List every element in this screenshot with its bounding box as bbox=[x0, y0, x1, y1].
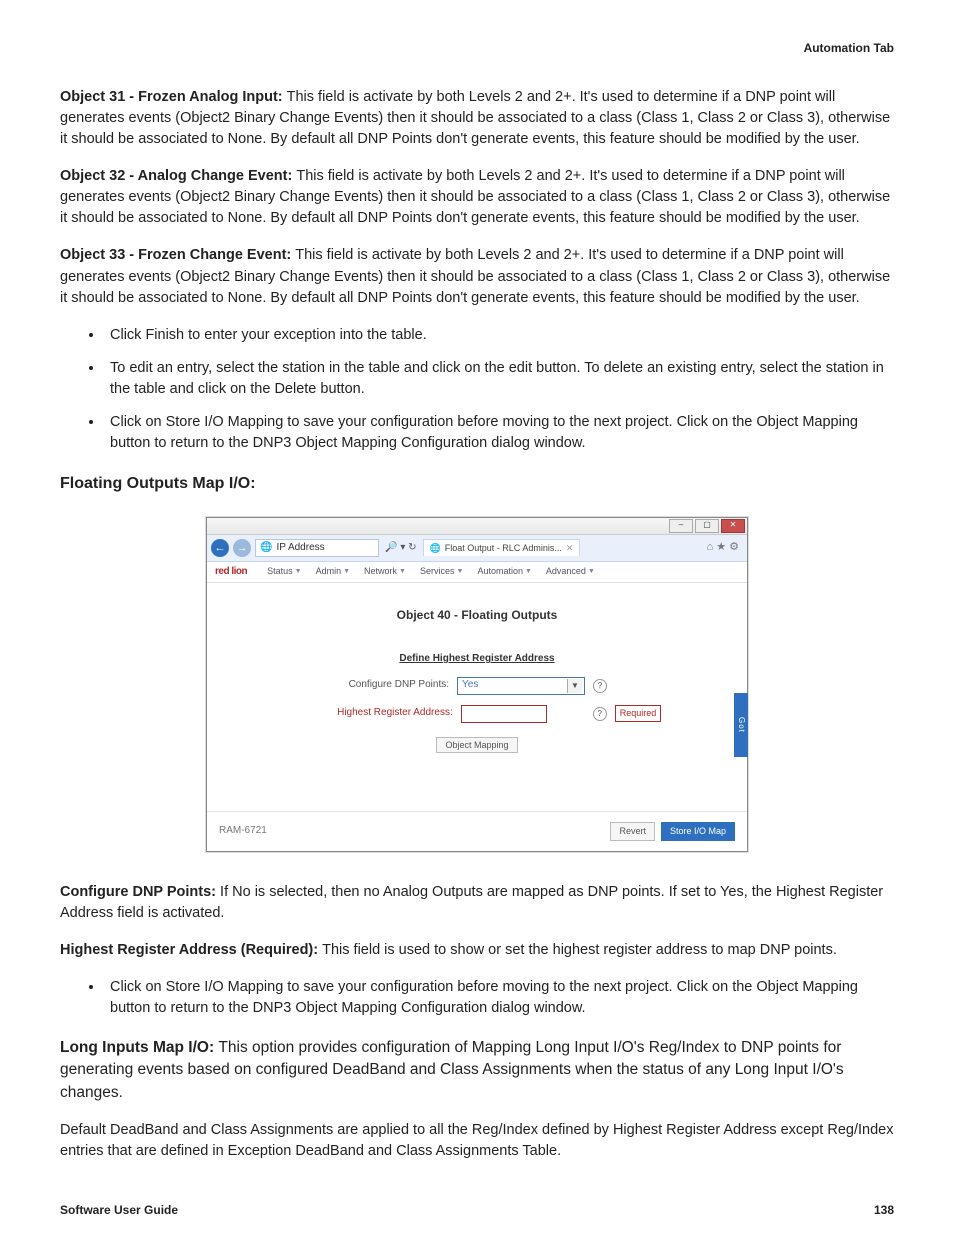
define-heading: Define Highest Register Address bbox=[227, 652, 727, 667]
para-highest-register: Highest Register Address (Required): Thi… bbox=[60, 940, 894, 961]
address-text: IP Address bbox=[276, 541, 324, 556]
globe-icon: 🌐 bbox=[260, 541, 272, 556]
chevron-down-icon: ▼ bbox=[343, 567, 350, 577]
menu-network[interactable]: Network▼ bbox=[364, 565, 406, 578]
required-badge: Required bbox=[615, 705, 662, 722]
menu-status[interactable]: Status▼ bbox=[267, 565, 301, 578]
label-configure-dnp: Configure DNP Points: bbox=[289, 678, 449, 693]
tab-favicon-icon: 🌐 bbox=[430, 542, 441, 555]
menu-automation[interactable]: Automation▼ bbox=[477, 565, 531, 578]
chevron-down-icon: ▼ bbox=[588, 567, 595, 577]
app-menu-bar: red lion Status▼ Admin▼ Network▼ Service… bbox=[207, 562, 747, 583]
heading-floating-outputs: Floating Outputs Map I/O: bbox=[60, 472, 894, 495]
bullet-list-b: Click on Store I/O Mapping to save your … bbox=[60, 977, 894, 1019]
select-configure-dnp[interactable]: Yes ▼ bbox=[457, 677, 585, 695]
input-highest-register[interactable] bbox=[461, 705, 547, 723]
window-titlebar: – ▢ ✕ bbox=[207, 518, 747, 535]
chevron-down-icon: ▼ bbox=[567, 679, 582, 693]
menu-services[interactable]: Services▼ bbox=[420, 565, 463, 578]
window-close-button[interactable]: ✕ bbox=[721, 519, 745, 533]
chevron-down-icon: ▼ bbox=[295, 567, 302, 577]
brand-logo: red lion bbox=[215, 565, 247, 580]
embedded-screenshot: – ▢ ✕ ← → 🌐 IP Address 🔎 ▾ ↻ 🌐 Float Out… bbox=[206, 517, 748, 852]
para-object-31: Object 31 - Frozen Analog Input: This fi… bbox=[60, 87, 894, 150]
para-long-inputs: Long Inputs Map I/O: This option provide… bbox=[60, 1037, 894, 1104]
footer-page-number: 138 bbox=[874, 1202, 894, 1219]
help-icon[interactable]: ? bbox=[593, 679, 607, 693]
row-highest-register: Highest Register Address: ? Required bbox=[227, 705, 727, 723]
app-content: Object 40 - Floating Outputs Define High… bbox=[207, 583, 747, 811]
row-configure-dnp: Configure DNP Points: Yes ▼ ? bbox=[227, 677, 727, 695]
label-highest-register: Highest Register Address: bbox=[293, 706, 453, 721]
list-item: Click on Store I/O Mapping to save your … bbox=[104, 977, 894, 1019]
label-object-31: Object 31 - Frozen Analog Input: bbox=[60, 89, 287, 105]
menu-advanced[interactable]: Advanced▼ bbox=[546, 565, 595, 578]
list-item: Click Finish to enter your exception int… bbox=[104, 325, 894, 346]
footer-left: Software User Guide bbox=[60, 1202, 178, 1219]
chevron-down-icon: ▼ bbox=[399, 567, 406, 577]
chevron-down-icon: ▼ bbox=[457, 567, 464, 577]
window-minimize-button[interactable]: – bbox=[669, 519, 693, 533]
window-maximize-button[interactable]: ▢ bbox=[695, 519, 719, 533]
label-highest-register-text: Highest Register Address (Required): bbox=[60, 942, 322, 958]
device-id: RAM-6721 bbox=[219, 824, 267, 839]
store-io-map-button[interactable]: Store I/O Map bbox=[661, 822, 735, 841]
menu-admin[interactable]: Admin▼ bbox=[316, 565, 350, 578]
label-object-33: Object 33 - Frozen Change Event: bbox=[60, 247, 295, 263]
label-long-inputs: Long Inputs Map I/O: bbox=[60, 1039, 218, 1056]
para-object-33: Object 33 - Frozen Change Event: This fi… bbox=[60, 245, 894, 308]
para-default-deadband: Default DeadBand and Class Assignments a… bbox=[60, 1120, 894, 1162]
text-highest-register: This field is used to show or set the hi… bbox=[322, 942, 837, 958]
list-item: To edit an entry, select the station in … bbox=[104, 358, 894, 400]
browser-right-icons[interactable]: ⌂ ★ ⚙ bbox=[703, 540, 743, 556]
list-item: Click on Store I/O Mapping to save your … bbox=[104, 412, 894, 454]
browser-address-bar: ← → 🌐 IP Address 🔎 ▾ ↻ 🌐 Float Output - … bbox=[207, 535, 747, 562]
para-configure-dnp: Configure DNP Points: If No is selected,… bbox=[60, 882, 894, 924]
para-object-32: Object 32 - Analog Change Event: This fi… bbox=[60, 166, 894, 229]
page-footer: Software User Guide 138 bbox=[60, 1202, 894, 1219]
feedback-tab[interactable]: Got Feedback? bbox=[734, 693, 748, 757]
select-value: Yes bbox=[462, 678, 478, 693]
page-header-right: Automation Tab bbox=[60, 40, 894, 57]
revert-button[interactable]: Revert bbox=[610, 822, 655, 841]
nav-back-button[interactable]: ← bbox=[211, 539, 229, 557]
address-tools[interactable]: 🔎 ▾ ↻ bbox=[383, 541, 418, 556]
app-bottom-bar: RAM-6721 Revert Store I/O Map bbox=[207, 811, 747, 851]
address-input[interactable]: 🌐 IP Address bbox=[255, 539, 379, 557]
chevron-down-icon: ▼ bbox=[525, 567, 532, 577]
bullet-list-a: Click Finish to enter your exception int… bbox=[60, 325, 894, 454]
tab-title: Float Output - RLC Adminis... bbox=[445, 542, 562, 555]
object-mapping-button[interactable]: Object Mapping bbox=[436, 737, 517, 753]
label-configure-dnp-text: Configure DNP Points: bbox=[60, 884, 220, 900]
help-icon[interactable]: ? bbox=[593, 707, 607, 721]
content-title: Object 40 - Floating Outputs bbox=[227, 607, 727, 624]
tab-close-icon[interactable]: ✕ bbox=[566, 542, 574, 555]
label-object-32: Object 32 - Analog Change Event: bbox=[60, 168, 296, 184]
nav-forward-button[interactable]: → bbox=[233, 539, 251, 557]
browser-tab[interactable]: 🌐 Float Output - RLC Adminis... ✕ bbox=[423, 539, 581, 556]
